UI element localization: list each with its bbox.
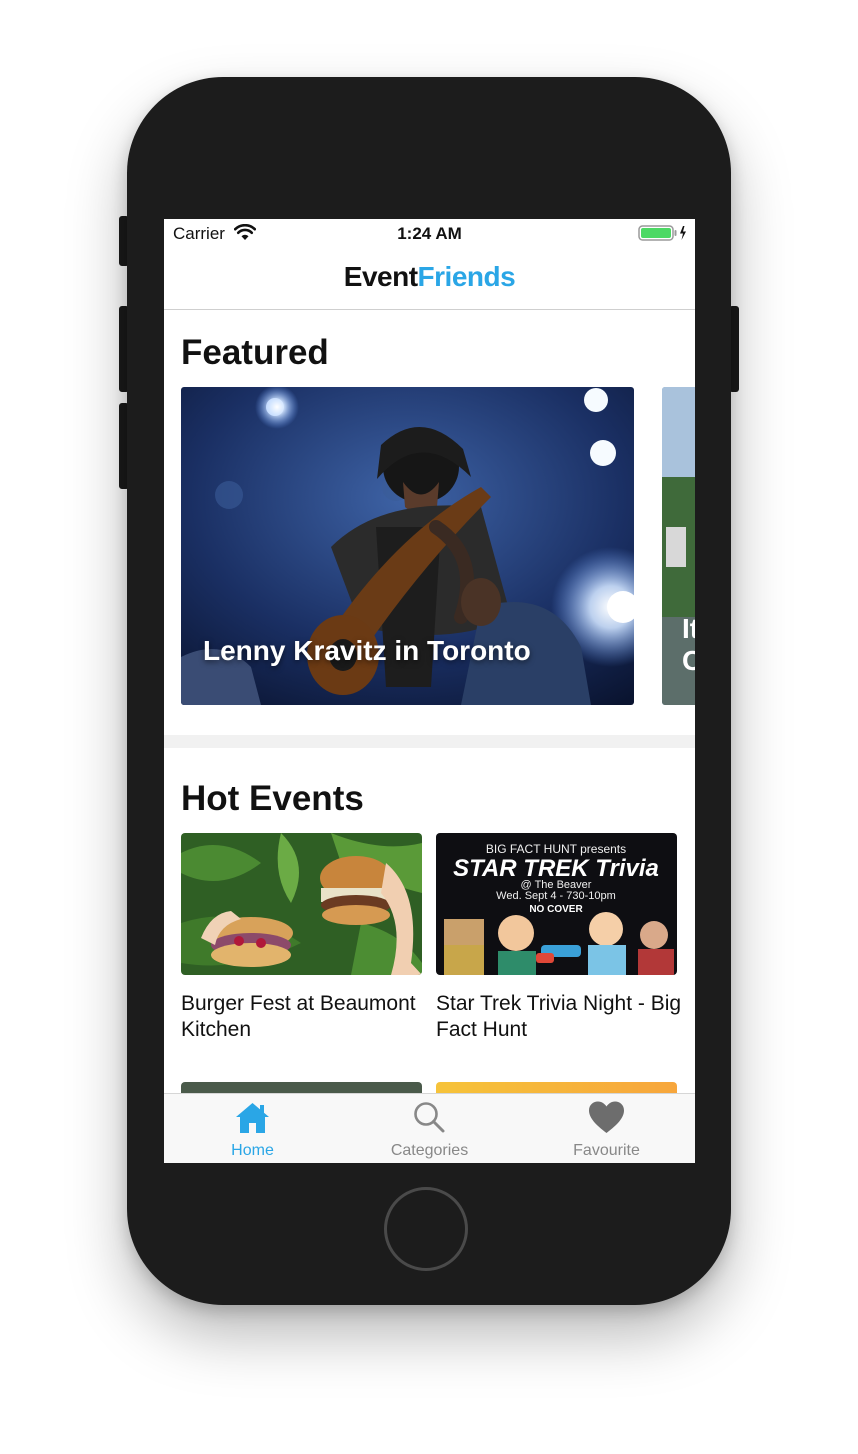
tab-bar: Home Categories Favourite xyxy=(164,1093,695,1163)
status-bar: Carrier 1:24 AM xyxy=(164,219,695,249)
search-icon xyxy=(414,1102,445,1133)
featured-card-next[interactable]: It C xyxy=(662,387,695,705)
poster-line-2: STAR TREK Trivia xyxy=(453,855,659,882)
event-card-image[interactable]: BIG FACT HUNT presents STAR TREK Trivia … xyxy=(436,833,677,975)
device-home-button[interactable] xyxy=(384,1187,468,1271)
tab-label-favourite: Favourite xyxy=(573,1142,640,1159)
poster-line-4: Wed. Sept 4 - 730-10pm xyxy=(496,890,616,902)
status-time: 1:24 AM xyxy=(397,224,462,243)
poster-line-5: NO COVER xyxy=(529,904,583,915)
home-icon xyxy=(236,1103,269,1133)
app-logo: EventFriends xyxy=(343,261,516,293)
event-card-title[interactable]: Star Trek Trivia Night - Big Fact Hunt xyxy=(436,991,686,1043)
event-card-title[interactable]: Burger Fest at Beaumont Kitchen xyxy=(181,991,431,1043)
hot-events-section-title: Hot Events xyxy=(181,779,364,818)
poster-line-1: BIG FACT HUNT presents xyxy=(486,842,626,856)
heart-icon xyxy=(589,1101,624,1133)
featured-card[interactable]: Lenny Kravitz in Toronto xyxy=(181,387,634,705)
app-screen: Carrier 1:24 AM EventFriends Featured Le… xyxy=(164,219,695,1163)
featured-section-title: Featured xyxy=(181,333,329,372)
tab-categories[interactable]: Categories xyxy=(341,1094,518,1163)
app-header: EventFriends xyxy=(164,249,695,310)
tab-favourite[interactable]: Favourite xyxy=(518,1094,695,1163)
section-divider xyxy=(164,735,695,748)
battery-charging-icon xyxy=(638,225,686,241)
star-trek-poster: BIG FACT HUNT presents STAR TREK Trivia … xyxy=(436,833,677,975)
tab-label-home: Home xyxy=(231,1142,274,1159)
featured-caption-next: It C xyxy=(682,613,695,676)
event-card-image[interactable] xyxy=(181,833,422,975)
brand-word-event: Event xyxy=(343,261,418,292)
burger-photo xyxy=(181,833,422,975)
brand-word-friends: Friends xyxy=(417,261,516,292)
featured-caption: Lenny Kravitz in Toronto xyxy=(203,635,531,666)
tab-home[interactable]: Home xyxy=(164,1094,341,1163)
tab-label-categories: Categories xyxy=(390,1142,469,1159)
